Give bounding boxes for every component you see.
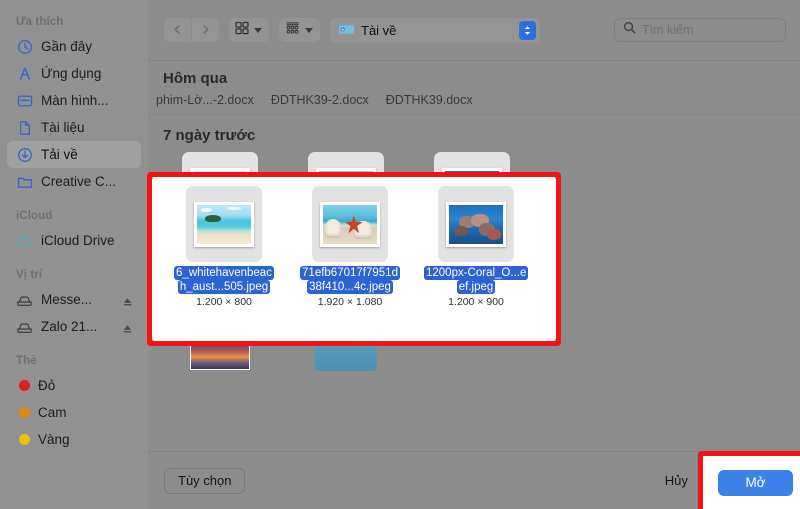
file-picker-dialog: Ưa thích Gần đây Ứng dụng Màn hình... Tà…: [0, 0, 800, 509]
photo-frame: [446, 202, 506, 247]
path-popup-label: Tài về: [361, 23, 513, 38]
file-name[interactable]: 6_whitehavenbeach_aust...505.jpeg: [172, 267, 276, 294]
coral-photo-icon: [449, 205, 503, 244]
photo-frame: [320, 202, 380, 247]
sidebar-item-label: iCloud Drive: [41, 233, 115, 248]
file-row-yesterday[interactable]: phim-Lờ...-2.docx ĐDTHK39-2.docx ĐDTHK39…: [148, 89, 800, 115]
file-thumbnail[interactable]: [438, 186, 514, 262]
sidebar-group-title-tags: Thẻ: [0, 349, 148, 372]
photo-frame: [194, 202, 254, 247]
toolbar: Tài về Tìm kiếm: [148, 0, 800, 60]
view-mode-button[interactable]: [229, 18, 269, 42]
section-header-7-days-ago: 7 ngày trước: [148, 115, 800, 146]
sidebar-item-label: Ứng dụng: [41, 66, 101, 81]
sidebar-group-title-icloud: iCloud: [0, 204, 148, 227]
file-dimensions: 1.200 × 800: [196, 296, 252, 308]
grid-view-icon: [235, 21, 249, 40]
highlighted-open-button-wrap: Mở: [703, 456, 800, 509]
sidebar-item-icloud-drive[interactable]: iCloud Drive: [7, 227, 141, 254]
sidebar-item-label: Tải về: [41, 147, 78, 162]
file-item-coral-reef-highlighted[interactable]: 1200px-Coral_O...eef.jpeg 1.200 × 900: [422, 186, 530, 308]
sidebar-spacer: [0, 195, 148, 204]
tag-dot-red-icon: [19, 380, 30, 391]
eject-icon[interactable]: [122, 321, 133, 332]
forward-button[interactable]: [192, 18, 219, 42]
file-dimensions: 1.920 × 1.080: [318, 296, 383, 308]
eject-icon[interactable]: [122, 294, 133, 305]
chevron-down-icon: [254, 28, 262, 33]
sidebar: Ưa thích Gần đây Ứng dụng Màn hình... Tà…: [0, 0, 148, 509]
clock-icon: [16, 38, 33, 55]
file-name[interactable]: ĐDTHK39.docx: [386, 93, 473, 107]
beach-photo-icon: [197, 205, 251, 244]
document-icon: [16, 119, 33, 136]
sidebar-item-label: Tài liệu: [41, 120, 85, 135]
desktop-icon: [16, 92, 33, 109]
chevron-up-down-icon[interactable]: [519, 21, 536, 40]
sidebar-item-label: Creative C...: [41, 174, 116, 189]
cloud-icon: [16, 232, 33, 249]
file-item-starfish-highlighted[interactable]: 71efb67017f7951d38f410...4c.jpeg 1.920 ×…: [296, 186, 404, 308]
path-popup-button[interactable]: Tài về: [330, 18, 540, 43]
sidebar-item-documents[interactable]: Tài liệu: [7, 114, 141, 141]
sidebar-item-recent[interactable]: Gần đây: [7, 33, 141, 60]
sidebar-item-desktop[interactable]: Màn hình...: [7, 87, 141, 114]
sidebar-group-title-favorites: Ưa thích: [0, 10, 148, 33]
sidebar-item-label: Màn hình...: [41, 93, 109, 108]
file-name[interactable]: ĐDTHK39-2.docx: [271, 93, 369, 107]
sidebar-item-label: Đỏ: [38, 378, 55, 393]
chevron-left-icon: [172, 23, 183, 38]
highlighted-selection-content: 6_whitehavenbeach_aust...505.jpeg 1.200 …: [152, 177, 556, 341]
section-header-yesterday: Hôm qua: [148, 61, 800, 89]
cancel-button[interactable]: Hủy: [651, 468, 702, 494]
file-name[interactable]: 1200px-Coral_O...eef.jpeg: [424, 267, 528, 294]
open-button-highlighted[interactable]: Mở: [718, 470, 792, 496]
file-dimensions: 1.200 × 900: [448, 296, 504, 308]
tag-dot-yellow-icon: [19, 434, 30, 445]
sidebar-item-tag-yellow[interactable]: Vàng: [7, 426, 141, 453]
sidebar-spacer: [0, 254, 148, 263]
sidebar-item-label: Gần đây: [41, 39, 92, 54]
tag-dot-orange-icon: [19, 407, 30, 418]
sidebar-item-label: Messe...: [41, 292, 92, 307]
file-grid-selected: 6_whitehavenbeach_aust...505.jpeg 1.200 …: [152, 177, 556, 308]
sidebar-group-title-locations: Vị trí: [0, 263, 148, 286]
applications-icon: [16, 65, 33, 82]
folder-downloads-icon: [338, 21, 355, 40]
back-button[interactable]: [164, 18, 191, 42]
file-name[interactable]: phim-Lờ...-2.docx: [156, 93, 254, 107]
file-name[interactable]: 71efb67017f7951d38f410...4c.jpeg: [298, 267, 402, 294]
file-item-whitehaven-beach-highlighted[interactable]: 6_whitehavenbeach_aust...505.jpeg 1.200 …: [170, 186, 278, 308]
sidebar-item-downloads[interactable]: Tải về: [7, 141, 141, 168]
group-by-button[interactable]: [279, 18, 320, 42]
sidebar-item-label: Cam: [38, 405, 67, 420]
group-list-icon: [285, 21, 300, 40]
search-input-placeholder[interactable]: Tìm kiếm: [642, 23, 693, 37]
file-thumbnail[interactable]: [186, 186, 262, 262]
chevron-right-icon: [200, 23, 211, 38]
search-icon: [623, 21, 636, 39]
downloads-icon: [16, 146, 33, 163]
folder-icon: [16, 173, 33, 190]
disk-icon: [16, 318, 33, 335]
navigation-buttons: [164, 18, 219, 42]
sidebar-item-messe[interactable]: Messe...: [7, 286, 141, 313]
sidebar-item-tag-orange[interactable]: Cam: [7, 399, 141, 426]
sidebar-item-label: Zalo 21...: [41, 319, 97, 334]
starfish-photo-icon: [323, 205, 377, 244]
file-thumbnail[interactable]: [312, 186, 388, 262]
sidebar-item-zalo[interactable]: Zalo 21...: [7, 313, 141, 340]
sidebar-item-tag-red[interactable]: Đỏ: [7, 372, 141, 399]
sidebar-item-label: Vàng: [38, 432, 70, 447]
sidebar-item-creative-cloud[interactable]: Creative C...: [7, 168, 141, 195]
search-field[interactable]: Tìm kiếm: [614, 18, 786, 42]
chevron-down-icon: [305, 28, 313, 33]
disk-icon: [16, 291, 33, 308]
sidebar-item-applications[interactable]: Ứng dụng: [7, 60, 141, 87]
options-button[interactable]: Tùy chọn: [164, 468, 245, 494]
sidebar-spacer: [0, 340, 148, 349]
